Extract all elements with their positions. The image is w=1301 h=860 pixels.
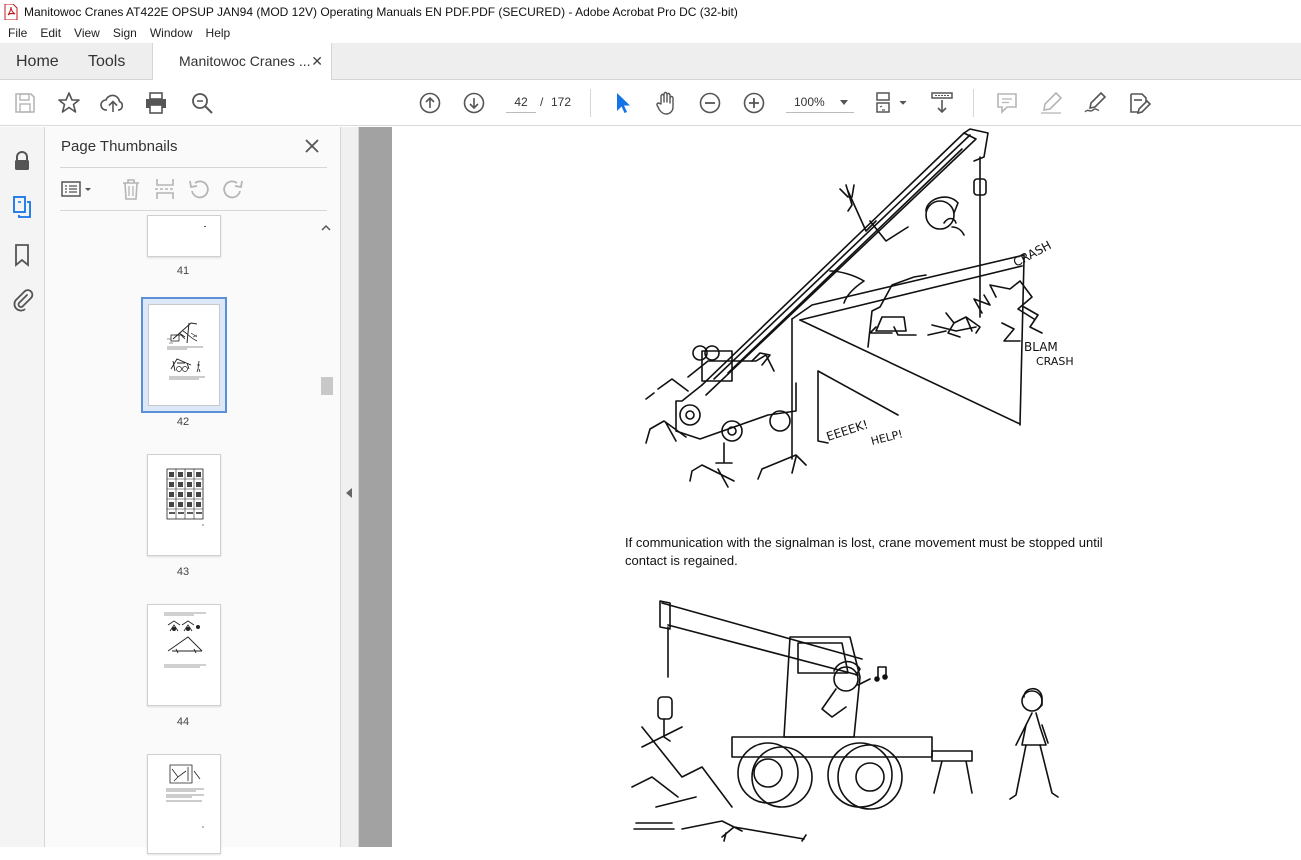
tab-tools[interactable]: Tools: [88, 43, 125, 80]
thumbnail-preview-image: [164, 612, 206, 668]
left-navigation-rail: [0, 127, 45, 847]
save-icon[interactable]: [12, 90, 38, 116]
hand-tool-icon[interactable]: [653, 90, 679, 116]
scroll-up-arrow-icon[interactable]: [318, 223, 334, 233]
zoom-out-icon[interactable]: [697, 90, 723, 116]
tab-home[interactable]: Home: [16, 43, 59, 80]
page-total: 172: [551, 95, 572, 109]
attachments-paperclip-icon[interactable]: [10, 288, 34, 312]
menu-file[interactable]: File: [0, 26, 32, 40]
page-thumbnails-panel: Page Thumbnails 41 42 43 44: [45, 127, 341, 854]
page-number-input[interactable]: [506, 91, 536, 113]
blam-text: BLAM: [1024, 340, 1058, 354]
document-page: CRASH BLAM CRASH EEEEK! HELP! If communi…: [392, 127, 1301, 847]
insert-page-icon[interactable]: [153, 177, 177, 201]
distracted-operator-illustration: [631, 600, 1059, 842]
select-cursor-icon[interactable]: [609, 90, 635, 116]
toolbar-divider: [973, 89, 974, 117]
bookmark-star-icon[interactable]: [56, 90, 82, 116]
tab-bar: Home Tools Manitowoc Cranes ... ✕: [0, 43, 1301, 81]
thumbnail-preview-image: [167, 322, 205, 380]
menu-sign[interactable]: Sign: [105, 26, 142, 40]
chevron-down-icon: [840, 100, 848, 105]
rotate-counterclockwise-icon[interactable]: [187, 177, 211, 201]
thumbnail-preview-image: [166, 468, 204, 526]
tab-document[interactable]: Manitowoc Cranes ... ✕: [152, 43, 332, 81]
chevron-left-icon[interactable]: [346, 488, 352, 498]
previous-page-icon[interactable]: [417, 90, 443, 116]
zoom-in-icon[interactable]: [741, 90, 767, 116]
page-thumbnail[interactable]: [147, 215, 221, 257]
bookmarks-icon[interactable]: [10, 243, 34, 267]
thumbnail-preview-image: [166, 764, 204, 828]
zoom-search-icon[interactable]: [189, 90, 215, 116]
delete-page-icon[interactable]: [119, 177, 143, 201]
eeeek-text: EEEEK!: [825, 417, 870, 444]
main-toolbar: / 172 100%: [0, 80, 1301, 126]
close-icon[interactable]: [301, 135, 323, 157]
page-thumbnails-icon[interactable]: [10, 195, 34, 219]
zoom-level-value: 100%: [794, 95, 825, 109]
acrobat-pdf-icon: [4, 3, 18, 20]
help-text: HELP!: [870, 427, 905, 447]
page-thumbnail-selected[interactable]: [141, 297, 227, 413]
highlight-pen-icon[interactable]: [1038, 90, 1064, 116]
crash-text-2: CRASH: [1036, 355, 1074, 368]
scrolling-mode-icon[interactable]: [929, 90, 955, 116]
print-icon[interactable]: [143, 90, 169, 116]
menu-help[interactable]: Help: [198, 26, 236, 40]
menu-window[interactable]: Window: [142, 26, 198, 40]
panel-divider: [60, 167, 327, 168]
comment-icon[interactable]: [994, 90, 1020, 116]
next-page-icon[interactable]: [461, 90, 487, 116]
page-thumbnail-label: 42: [176, 416, 190, 428]
window-title-bar: Manitowoc Cranes AT422E OPSUP JAN94 (MOD…: [0, 0, 1301, 23]
document-caption: If communication with the signalman is l…: [625, 535, 1103, 568]
menu-view[interactable]: View: [66, 26, 105, 40]
thumbnail-options-icon[interactable]: [60, 177, 96, 201]
crash-text-1: CRASH: [1011, 238, 1054, 270]
tab-close-icon[interactable]: ✕: [311, 43, 323, 80]
page-thumbnail[interactable]: [147, 604, 221, 706]
panel-collapse-bar[interactable]: [341, 127, 359, 847]
page-thumbnail-label: 44: [176, 716, 190, 728]
page-separator: /: [540, 95, 544, 109]
menu-edit[interactable]: Edit: [32, 26, 66, 40]
panel-title: Page Thumbnails: [61, 138, 178, 155]
page-thumbnail-label: 43: [176, 566, 190, 578]
page-thumbnail[interactable]: [147, 754, 221, 854]
tab-document-label: Manitowoc Cranes ...: [179, 53, 311, 69]
toolbar-divider: [590, 89, 591, 117]
rotate-clockwise-icon[interactable]: [221, 177, 245, 201]
window-title: Manitowoc Cranes AT422E OPSUP JAN94 (MOD…: [24, 4, 738, 19]
document-margin: [359, 127, 392, 847]
lock-icon[interactable]: [10, 149, 34, 173]
page-thumbnail-label: 41: [176, 265, 190, 277]
sign-pen-icon[interactable]: [1082, 90, 1108, 116]
panel-divider: [60, 210, 327, 211]
scrollbar-thumb[interactable]: [321, 377, 333, 395]
menu-bar: File Edit View Sign Window Help: [0, 23, 1301, 43]
crane-accident-illustration: CRASH BLAM CRASH EEEEK! HELP!: [645, 128, 1074, 488]
thumbnails-scrollbar[interactable]: [318, 219, 334, 847]
page-display-icon[interactable]: [874, 90, 910, 116]
zoom-level-select[interactable]: 100%: [786, 91, 854, 113]
upload-cloud-icon[interactable]: [100, 90, 126, 116]
page-thumbnail[interactable]: [147, 454, 221, 556]
edit-pdf-icon[interactable]: [1126, 90, 1152, 116]
